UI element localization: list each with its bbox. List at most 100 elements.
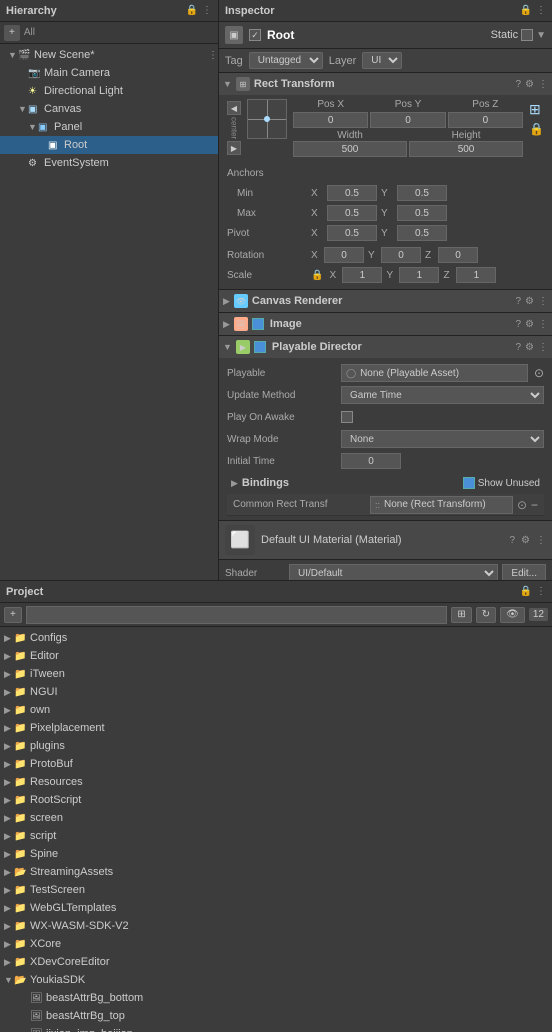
project-item-jixian-img-heijian[interactable]: 🖼 jixian_img_heijian [0, 1025, 552, 1032]
project-item-youkiasdk[interactable]: ▼ 📂 YoukiaSDK [0, 971, 552, 989]
pd-help-icon[interactable]: ? [515, 342, 521, 353]
scale-y-input[interactable] [399, 267, 439, 283]
pivot-x[interactable] [327, 225, 377, 241]
pd-initial-time-input[interactable] [341, 453, 401, 469]
project-item-script[interactable]: ▶ 📁 script [0, 827, 552, 845]
tree-item-eventsystem[interactable]: ⚙ EventSystem [0, 154, 218, 172]
pd-header[interactable]: ▼ ▶ Playable Director ? ⚙ ⋮ [219, 336, 552, 358]
project-item-wx-wasm-sdk-v2[interactable]: ▶ 📁 WX-WASM-SDK-V2 [0, 917, 552, 935]
project-item-resources[interactable]: ▶ 📁 Resources [0, 773, 552, 791]
project-item-own[interactable]: ▶ 📁 own [0, 701, 552, 719]
shader-edit-button[interactable]: Edit... [502, 564, 546, 580]
project-item-screen[interactable]: ▶ 📁 screen [0, 809, 552, 827]
binding-remove-button[interactable]: − [531, 498, 538, 512]
hierarchy-add-button[interactable]: + [4, 25, 20, 41]
img-help-icon[interactable]: ? [515, 319, 521, 330]
pd-more-icon[interactable]: ⋮ [538, 342, 548, 353]
hierarchy-menu-icon[interactable]: ⋮ [202, 5, 212, 16]
project-item-itween[interactable]: ▶ 📁 iTween [0, 665, 552, 683]
rt-settings-icon[interactable]: ⚙ [525, 79, 534, 90]
anchor-max-x[interactable] [327, 205, 377, 221]
pd-enabled-checkbox[interactable] [254, 341, 266, 353]
project-item-pixelplacement[interactable]: ▶ 📁 Pixelplacement [0, 719, 552, 737]
object-enabled-checkbox[interactable] [249, 29, 261, 41]
rt-more-icon[interactable]: ⋮ [538, 79, 548, 90]
hierarchy-lock-icon[interactable]: 🔒 [186, 5, 198, 16]
project-item-streamingassets[interactable]: ▶ 📂 StreamingAssets [0, 863, 552, 881]
pd-wrap-mode-dropdown[interactable]: None [341, 430, 544, 448]
img-more-icon[interactable]: ⋮ [538, 319, 548, 330]
project-item-configs[interactable]: ▶ 📁 Configs [0, 629, 552, 647]
scale-x-input[interactable] [342, 267, 382, 283]
material-help-icon[interactable]: ? [509, 535, 515, 546]
inspector-menu-icon[interactable]: ⋮ [536, 5, 546, 16]
rotation-x-input[interactable] [324, 247, 364, 263]
shader-dropdown[interactable]: UI/Default [289, 564, 498, 580]
tree-item-panel[interactable]: ▼ ▣ Panel [0, 118, 218, 136]
show-unused-checkbox[interactable] [463, 477, 475, 489]
pos-x-input[interactable] [293, 112, 368, 128]
rt-blueprint-icon[interactable]: ⊞ [529, 101, 544, 118]
project-tb-btn1[interactable]: ⊞ [451, 607, 471, 623]
static-checkbox[interactable] [521, 29, 533, 41]
project-search-input[interactable] [26, 606, 448, 624]
static-dropdown-arrow[interactable]: ▼ [536, 30, 546, 41]
project-item-xdevcoreeditor[interactable]: ▶ 📁 XDevCoreEditor [0, 953, 552, 971]
rt-help-icon[interactable]: ? [515, 79, 521, 90]
cr-help-icon[interactable]: ? [515, 296, 521, 307]
image-header[interactable]: ▶ 🖼 Image ? ⚙ ⋮ [219, 313, 552, 335]
pd-update-method-dropdown[interactable]: Game Time [341, 386, 544, 404]
pos-y-input[interactable] [370, 112, 445, 128]
tree-item-main-camera[interactable]: 📷 Main Camera [0, 64, 218, 82]
img-settings-icon[interactable]: ⚙ [525, 319, 534, 330]
rect-transform-header[interactable]: ▼ ⊞ Rect Transform ? ⚙ ⋮ [219, 73, 552, 95]
cr-more-icon[interactable]: ⋮ [538, 296, 548, 307]
cr-settings-icon[interactable]: ⚙ [525, 296, 534, 307]
width-input[interactable] [293, 141, 407, 157]
tag-dropdown[interactable]: Untagged [249, 52, 323, 69]
height-input[interactable] [409, 141, 523, 157]
tree-item-canvas[interactable]: ▼ ▣ Canvas [0, 100, 218, 118]
project-item-testscreen[interactable]: ▶ 📁 TestScreen [0, 881, 552, 899]
project-menu-icon[interactable]: ⋮ [536, 586, 546, 597]
project-item-protobuf[interactable]: ▶ 📁 ProtoBuf [0, 755, 552, 773]
rt-left-arrow-up[interactable]: ◀ [227, 101, 241, 115]
project-item-spine[interactable]: ▶ 📁 Spine [0, 845, 552, 863]
pd-playable-field[interactable]: ◯ None (Playable Asset) [341, 364, 528, 382]
scale-z-input[interactable] [456, 267, 496, 283]
layer-dropdown[interactable]: UI [362, 52, 402, 69]
project-item-xcore[interactable]: ▶ 📁 XCore [0, 935, 552, 953]
material-more-icon[interactable]: ⋮ [536, 535, 546, 546]
project-add-button[interactable]: + [4, 607, 22, 623]
pos-z-input[interactable] [448, 112, 523, 128]
anchor-max-y[interactable] [397, 205, 447, 221]
pd-play-on-awake-checkbox[interactable] [341, 411, 353, 423]
anchor-min-x[interactable] [327, 185, 377, 201]
tree-item-root[interactable]: ▣ Root [0, 136, 218, 154]
project-item-beastattrBg-top[interactable]: 🖼 beastAttrBg_top [0, 1007, 552, 1025]
rt-lock-icon[interactable]: 🔒 [529, 122, 544, 136]
rotation-z-input[interactable] [438, 247, 478, 263]
tree-item-new-scene[interactable]: ▼ 🎬 New Scene* ⋮ [0, 46, 218, 64]
binding-value-field[interactable]: :: None (Rect Transform) [370, 496, 513, 514]
scene-menu-icon[interactable]: ⋮ [208, 50, 218, 61]
project-item-rootscript[interactable]: ▶ 📁 RootScript [0, 791, 552, 809]
img-enabled-checkbox[interactable] [252, 318, 264, 330]
canvas-renderer-header[interactable]: ▶ 👁 Canvas Renderer ? ⚙ ⋮ [219, 290, 552, 312]
project-tb-btn2[interactable]: ↻ [476, 607, 496, 623]
pd-playable-pick-icon[interactable]: ⊙ [534, 366, 544, 380]
project-tb-btn3[interactable]: 👁 [500, 607, 525, 623]
project-item-plugins[interactable]: ▶ 📁 plugins [0, 737, 552, 755]
project-item-ngui[interactable]: ▶ 📁 NGUI [0, 683, 552, 701]
project-item-beastattrBg-bottom[interactable]: 🖼 beastAttrBg_bottom [0, 989, 552, 1007]
project-item-editor[interactable]: ▶ 📁 Editor [0, 647, 552, 665]
project-item-webgltemplates[interactable]: ▶ 📁 WebGLTemplates [0, 899, 552, 917]
project-lock-icon[interactable]: 🔒 [520, 586, 532, 597]
tree-item-directional-light[interactable]: ☀ Directional Light [0, 82, 218, 100]
anchor-min-y[interactable] [397, 185, 447, 201]
rt-left-arrow-down[interactable]: ▶ [227, 141, 241, 155]
binding-pick-icon[interactable]: ⊙ [517, 498, 527, 512]
material-settings-icon[interactable]: ⚙ [521, 535, 530, 546]
inspector-lock-icon[interactable]: 🔒 [520, 5, 532, 16]
pivot-y[interactable] [397, 225, 447, 241]
